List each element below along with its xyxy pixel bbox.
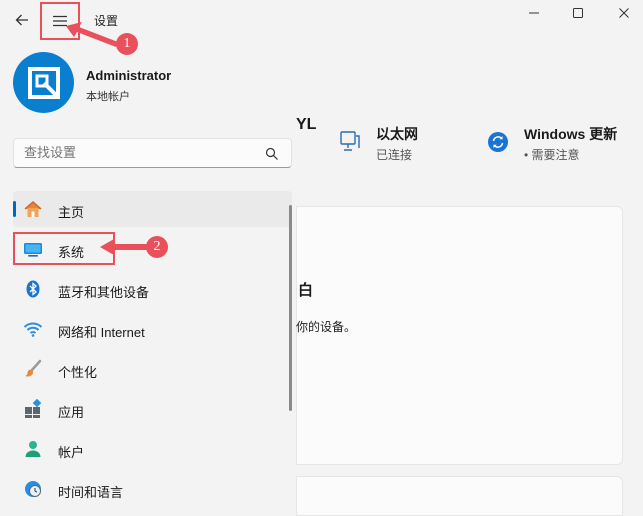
sidebar-item-label: 蓝牙和其他设备	[58, 285, 150, 300]
sidebar-item-time-language[interactable]: 时间和语言	[13, 471, 292, 507]
selection-indicator	[13, 201, 16, 217]
windows-update-status: • 需要注意	[524, 148, 580, 162]
maximize-icon	[573, 8, 583, 18]
sidebar-item-apps[interactable]: 应用	[13, 391, 292, 427]
sidebar-item-label: 主页	[58, 205, 85, 220]
device-name-partial: YL	[296, 116, 317, 133]
maximize-button[interactable]	[566, 4, 590, 22]
card-description-partial: 你的设备。	[296, 320, 357, 334]
sidebar-item-label: 时间和语言	[58, 485, 124, 500]
bluetooth-icon	[26, 280, 40, 298]
wifi-icon	[23, 322, 43, 337]
sidebar-item-label: 应用	[58, 405, 85, 420]
content-card	[296, 476, 623, 516]
sidebar-item-label: 网络和 Internet	[58, 325, 145, 340]
annotation-arrow-icon	[66, 22, 118, 47]
back-button[interactable]	[8, 6, 36, 34]
user-name: Administrator	[86, 68, 172, 83]
sidebar-scrollbar[interactable]	[289, 205, 292, 411]
card-title-partial: 白	[298, 282, 314, 299]
ethernet-icon	[340, 131, 360, 151]
sidebar-item-label: 帐户	[58, 445, 85, 460]
avatar[interactable]	[13, 52, 74, 113]
windows-update-title[interactable]: Windows 更新	[524, 124, 617, 144]
clock-globe-icon	[25, 481, 41, 497]
search-icon[interactable]	[265, 147, 279, 161]
ethernet-status: 已连接	[376, 148, 413, 162]
sidebar-item-home[interactable]: 主页	[13, 191, 292, 227]
brush-icon	[25, 359, 42, 377]
close-icon	[619, 8, 629, 18]
sidebar-item-personalization[interactable]: 个性化	[13, 351, 292, 387]
ethernet-title[interactable]: 以太网	[376, 124, 418, 144]
close-button[interactable]	[612, 4, 636, 22]
account-icon	[25, 441, 41, 457]
back-arrow-icon	[15, 14, 28, 26]
sidebar-item-bluetooth[interactable]: 蓝牙和其他设备	[13, 271, 292, 307]
windows-update-icon	[488, 132, 508, 152]
content-card	[296, 206, 623, 465]
user-avatar-logo-icon	[27, 66, 60, 99]
annotation-arrow-icon	[100, 239, 148, 255]
sidebar-item-label: 个性化	[58, 365, 98, 380]
sidebar-item-accounts[interactable]: 帐户	[13, 431, 292, 467]
search-input[interactable]	[24, 145, 254, 160]
account-type: 本地帐户	[86, 91, 130, 103]
minimize-icon	[529, 12, 539, 14]
apps-icon	[25, 399, 42, 418]
annotation-badge: 2	[146, 236, 168, 258]
home-icon	[24, 201, 42, 217]
minimize-button[interactable]	[522, 4, 546, 22]
annotation-badge: 1	[116, 33, 138, 55]
search-box[interactable]	[13, 138, 292, 168]
sidebar-item-network[interactable]: 网络和 Internet	[13, 311, 292, 347]
